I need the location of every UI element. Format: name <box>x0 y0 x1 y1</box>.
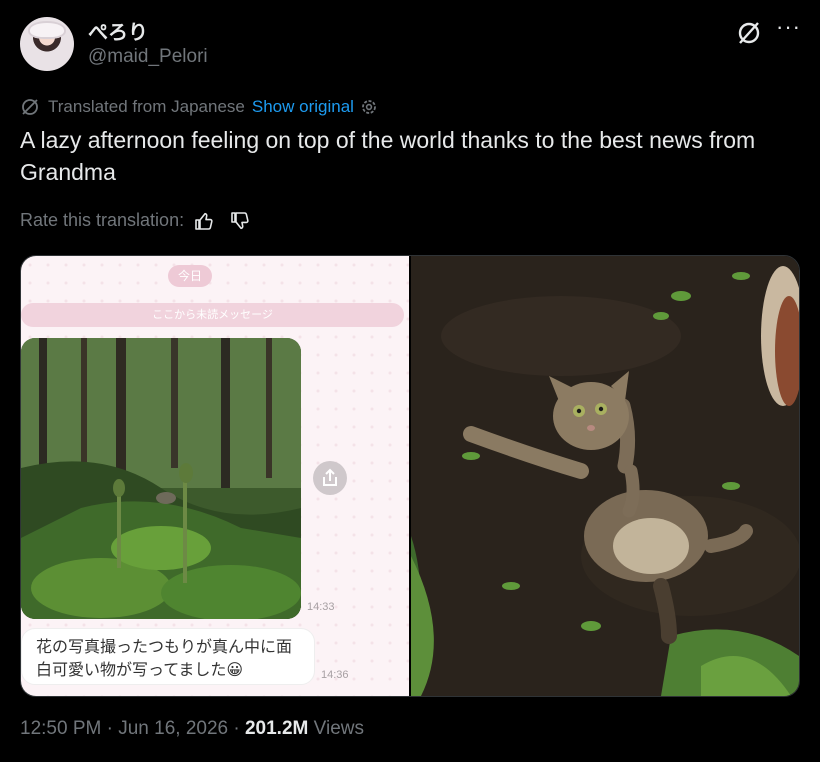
display-name[interactable]: ぺろり <box>88 16 148 45</box>
date-pill: 今日 <box>168 265 212 287</box>
chat-screenshot-image[interactable]: 今日 ここから未読メッセージ 14:33 花の写真撮ったつもりが真ん中に面白可愛… <box>21 256 409 696</box>
translation-label: Translated from Japanese <box>48 97 245 116</box>
message-text: 花の写真撮ったつもりが真ん中に面白可愛い物が写ってました😀 <box>36 637 293 679</box>
forest-photo <box>21 338 301 619</box>
media-grid[interactable]: 今日 ここから未読メッセージ 14:33 花の写真撮ったつもりが真ん中に面白可愛… <box>20 255 800 697</box>
settings-icon[interactable] <box>360 98 378 116</box>
thumbs-down-icon[interactable] <box>230 211 250 231</box>
rate-label: Rate this translation: <box>20 210 185 230</box>
avatar[interactable] <box>20 17 74 71</box>
rate-translation: Rate this translation: <box>20 210 250 231</box>
photo-timestamp: 14:33 <box>307 601 335 613</box>
cat-photo-image[interactable] <box>411 256 799 696</box>
meta-separator: · <box>101 718 119 739</box>
share-icon <box>323 468 337 486</box>
show-original-link[interactable]: Show original <box>252 97 354 117</box>
tweet-text: A lazy afternoon feeling on top of the w… <box>20 127 756 185</box>
thumbs-up-icon[interactable] <box>194 211 214 231</box>
translate-icon <box>22 99 38 115</box>
tweet-date[interactable]: Jun 16, 2026 <box>118 718 228 739</box>
grok-icon[interactable] <box>736 20 762 46</box>
views-label: Views <box>313 718 364 739</box>
views-count: 201.2M <box>244 718 309 739</box>
share-button[interactable] <box>313 461 347 495</box>
message-bubble: 花の写真撮ったつもりが真ん中に面白可愛い物が写ってました😀 <box>21 628 315 685</box>
more-icon[interactable]: ··· <box>776 14 801 40</box>
message-timestamp: 14:36 <box>321 669 349 681</box>
unread-divider: ここから未読メッセージ <box>21 303 404 327</box>
tweet-time[interactable]: 12:50 PM <box>20 718 101 739</box>
translation-notice: Translated from Japanese Show original <box>20 95 386 119</box>
tweet-meta: 12:50 PM · Jun 16, 2026 · 201.2M Views <box>20 718 364 740</box>
handle[interactable]: @maid_Pelori <box>88 46 208 68</box>
meta-separator: · <box>228 718 245 739</box>
